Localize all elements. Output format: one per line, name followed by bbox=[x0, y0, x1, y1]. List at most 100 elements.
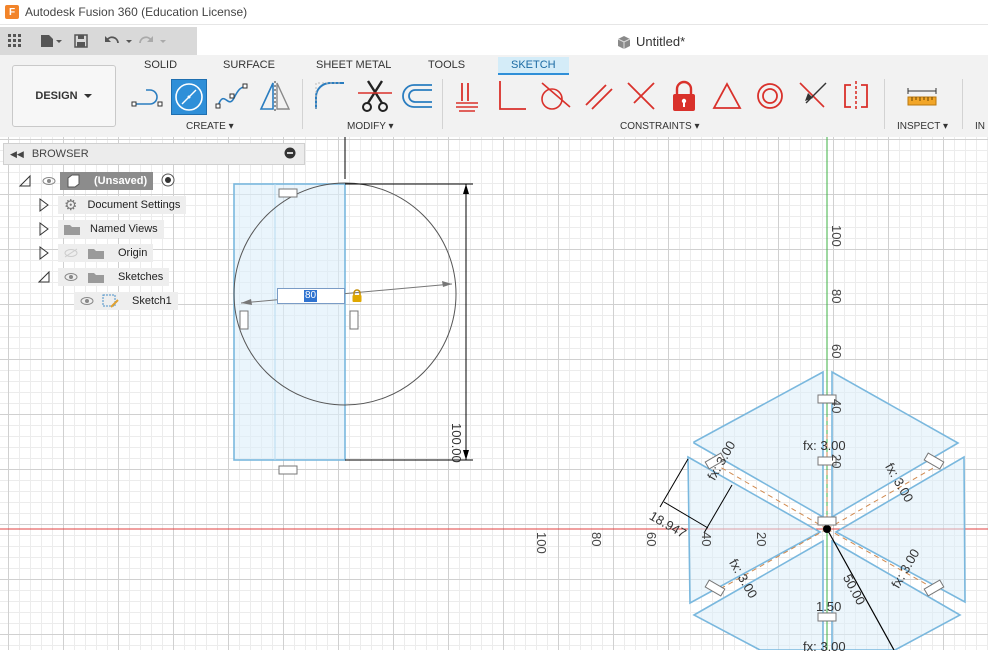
fusion-logo-icon: F bbox=[5, 5, 19, 19]
expand-triangle-icon[interactable] bbox=[38, 246, 50, 260]
sketches-row[interactable]: Sketches bbox=[58, 268, 170, 286]
document-cube-icon bbox=[617, 35, 631, 49]
fix-lock-icon[interactable] bbox=[667, 79, 701, 113]
arrow-head bbox=[442, 281, 452, 287]
tree-item-named-views[interactable]: Named Views bbox=[38, 220, 164, 238]
hidden-eye-icon[interactable] bbox=[64, 248, 78, 258]
quick-access-toolbar bbox=[0, 27, 197, 55]
dimension-rect-height[interactable]: 100.00 bbox=[449, 423, 464, 463]
window-title: Autodesk Fusion 360 (Education License) bbox=[25, 5, 248, 19]
tangent-constraint-icon[interactable] bbox=[538, 79, 572, 113]
group-constraints-label[interactable]: CONSTRAINTS ▾ bbox=[620, 121, 699, 132]
title-bar: F Autodesk Fusion 360 (Education License… bbox=[0, 0, 988, 25]
spline-tool-icon[interactable] bbox=[215, 79, 249, 113]
ribbon-separator bbox=[884, 79, 885, 129]
line-tool-icon[interactable] bbox=[130, 79, 164, 113]
browser-title: BROWSER bbox=[31, 148, 89, 160]
group-modify-label[interactable]: MODIFY ▾ bbox=[347, 121, 394, 132]
symmetry-constraint-icon[interactable] bbox=[839, 79, 873, 113]
diameter-input-value[interactable]: 80 bbox=[304, 290, 318, 302]
activate-radio-icon[interactable] bbox=[161, 173, 175, 190]
perpendicular-cross-icon[interactable] bbox=[624, 79, 658, 113]
dimension-extension-line bbox=[659, 458, 689, 508]
root-component-label[interactable]: (Unsaved) bbox=[60, 172, 154, 190]
named-views-row[interactable]: Named Views bbox=[58, 220, 164, 238]
center-point[interactable] bbox=[823, 525, 831, 533]
save-icon[interactable] bbox=[74, 34, 88, 48]
horizontal-constraint-icon[interactable] bbox=[278, 188, 298, 198]
trim-scissors-icon[interactable] bbox=[358, 79, 392, 113]
tab-surface[interactable]: SURFACE bbox=[223, 59, 275, 71]
sketch-rectangle[interactable] bbox=[233, 183, 346, 461]
undo-icon[interactable] bbox=[104, 34, 134, 48]
axis-label-vertical: 100 bbox=[829, 225, 844, 247]
circle-tool-icon[interactable] bbox=[171, 79, 207, 115]
mirror-tool-icon[interactable] bbox=[258, 79, 292, 113]
workspace-label: DESIGN bbox=[35, 90, 78, 102]
concentric-constraint-icon[interactable] bbox=[753, 79, 787, 113]
document-title: Untitled* bbox=[636, 34, 686, 49]
dimension-hex-top[interactable]: fx: 3.00 bbox=[803, 438, 846, 453]
tree-item-sketch1[interactable]: Sketch1 bbox=[74, 292, 178, 310]
axis-label-vertical: 80 bbox=[829, 289, 844, 304]
folder-icon bbox=[88, 273, 104, 283]
perpendicular-constraint-icon[interactable] bbox=[495, 79, 529, 113]
visibility-eye-icon[interactable] bbox=[64, 272, 78, 282]
offset-tool-icon[interactable] bbox=[400, 79, 434, 113]
visibility-eye-icon[interactable] bbox=[80, 296, 94, 306]
axis-label-vertical: 40 bbox=[829, 399, 844, 414]
axis-label-horizontal: 100 bbox=[534, 532, 549, 554]
workspace-switcher-button[interactable]: DESIGN bbox=[12, 65, 116, 127]
midpoint-constraint-icon[interactable] bbox=[796, 79, 830, 113]
vertical-constraint-icon[interactable] bbox=[239, 310, 249, 330]
tab-tools[interactable]: TOOLS bbox=[428, 59, 465, 71]
document-tab[interactable]: Untitled* bbox=[616, 34, 685, 49]
collapse-triangle-icon[interactable] bbox=[38, 270, 50, 284]
tree-item-root[interactable]: (Unsaved) bbox=[18, 172, 175, 190]
axis-label-horizontal: 60 bbox=[644, 532, 659, 547]
document-settings-row[interactable]: ⚙ Document Settings bbox=[58, 196, 187, 214]
tree-item-origin[interactable]: Origin bbox=[38, 244, 154, 262]
horizontal-constraint-icon[interactable] bbox=[278, 465, 298, 475]
ribbon-separator bbox=[302, 79, 303, 129]
expand-triangle-icon[interactable] bbox=[38, 198, 50, 212]
tree-item-sketches[interactable]: Sketches bbox=[38, 268, 170, 286]
browser-minimize-icon[interactable] bbox=[284, 147, 296, 162]
tab-sketch[interactable]: SKETCH bbox=[498, 57, 569, 75]
coincident-constraint-icon[interactable] bbox=[452, 79, 486, 113]
component-icon bbox=[67, 174, 80, 188]
ribbon-separator bbox=[962, 79, 963, 129]
group-create-label[interactable]: CREATE ▾ bbox=[186, 121, 234, 132]
folder-icon bbox=[64, 225, 80, 235]
tab-solid[interactable]: SOLID bbox=[144, 59, 177, 71]
origin-row[interactable]: Origin bbox=[58, 244, 154, 262]
fillet-tool-icon[interactable] bbox=[312, 79, 346, 113]
dimension-hex-bottom[interactable]: 1.50 bbox=[816, 599, 841, 614]
folder-icon bbox=[88, 249, 104, 259]
group-insert-label[interactable]: IN bbox=[975, 121, 985, 132]
group-inspect-label[interactable]: INSPECT ▾ bbox=[897, 121, 948, 132]
tab-sheet-metal[interactable]: SHEET METAL bbox=[316, 59, 391, 71]
redo-icon[interactable] bbox=[138, 34, 168, 48]
data-panel-grid-icon[interactable] bbox=[8, 34, 22, 48]
parallel-constraint-icon[interactable] bbox=[582, 79, 616, 113]
vertical-constraint-icon[interactable] bbox=[349, 310, 359, 330]
expand-triangle-icon[interactable] bbox=[38, 222, 50, 236]
file-menu-icon[interactable] bbox=[40, 34, 62, 48]
dimension-hex-bottom-fx[interactable]: fx: 3.00 bbox=[803, 639, 846, 654]
axis-label-horizontal: 20 bbox=[754, 532, 769, 547]
sketch-icon bbox=[102, 294, 119, 308]
equal-triangle-icon[interactable] bbox=[710, 79, 744, 113]
document-tab-bar bbox=[197, 27, 988, 55]
collapse-triangle-icon[interactable] bbox=[18, 174, 32, 188]
lock-icon[interactable] bbox=[350, 289, 364, 303]
axis-label-horizontal: 80 bbox=[589, 532, 604, 547]
visibility-eye-icon[interactable] bbox=[42, 176, 56, 186]
measure-ruler-icon[interactable] bbox=[905, 79, 939, 113]
collapse-arrows-icon[interactable]: ◀◀ bbox=[10, 149, 24, 160]
browser-panel-header[interactable]: ◀◀ BROWSER bbox=[3, 143, 305, 165]
axis-label-horizontal: 40 bbox=[699, 532, 714, 547]
sketch1-row[interactable]: Sketch1 bbox=[74, 292, 178, 310]
tree-item-document-settings[interactable]: ⚙ Document Settings bbox=[38, 196, 187, 214]
chevron-down-icon bbox=[83, 94, 92, 98]
